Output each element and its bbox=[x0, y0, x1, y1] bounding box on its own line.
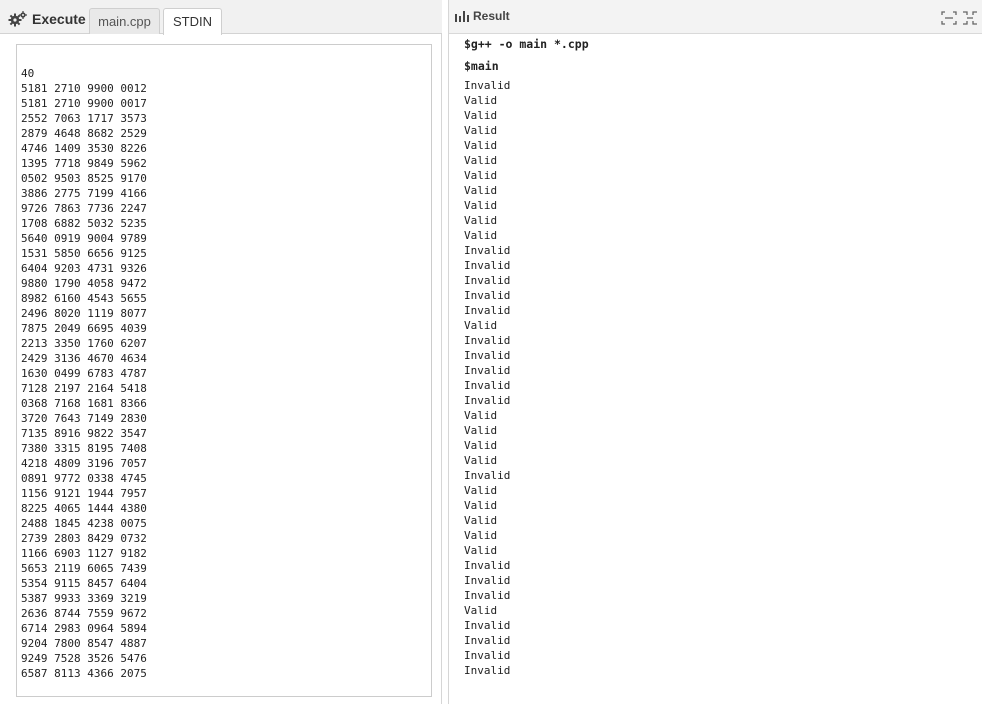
collapse-icon[interactable] bbox=[962, 11, 978, 25]
editor-pane: Execute main.cpp STDIN 40 5181 2710 9900… bbox=[0, 0, 442, 704]
tab-main-cpp[interactable]: main.cpp bbox=[89, 8, 160, 34]
expand-icon[interactable] bbox=[941, 11, 957, 25]
result-header: Result bbox=[449, 0, 982, 34]
execute-label: Execute bbox=[32, 11, 86, 27]
result-pane: Result $g++ -o main *.cpp $main Invalid … bbox=[448, 0, 982, 704]
stdin-content: 40 5181 2710 9900 0012 5181 2710 9900 00… bbox=[21, 67, 147, 680]
editor-tabbar: Execute main.cpp STDIN bbox=[0, 0, 442, 35]
program-output: Invalid Valid Valid Valid Valid Valid Va… bbox=[464, 79, 511, 677]
result-title-label: Result bbox=[473, 9, 510, 23]
compile-command: $g++ -o main *.cpp bbox=[464, 37, 589, 51]
gear-icon bbox=[8, 10, 28, 28]
execute-button[interactable]: Execute bbox=[8, 8, 86, 30]
stdin-textarea[interactable]: 40 5181 2710 9900 0012 5181 2710 9900 00… bbox=[16, 44, 432, 697]
tab-stdin[interactable]: STDIN bbox=[163, 8, 222, 35]
run-command: $main bbox=[464, 59, 499, 73]
result-title: Result bbox=[455, 9, 510, 23]
bar-chart-icon bbox=[455, 10, 469, 22]
tab-stdin-label: STDIN bbox=[173, 14, 212, 29]
tab-main-cpp-label: main.cpp bbox=[98, 14, 151, 29]
